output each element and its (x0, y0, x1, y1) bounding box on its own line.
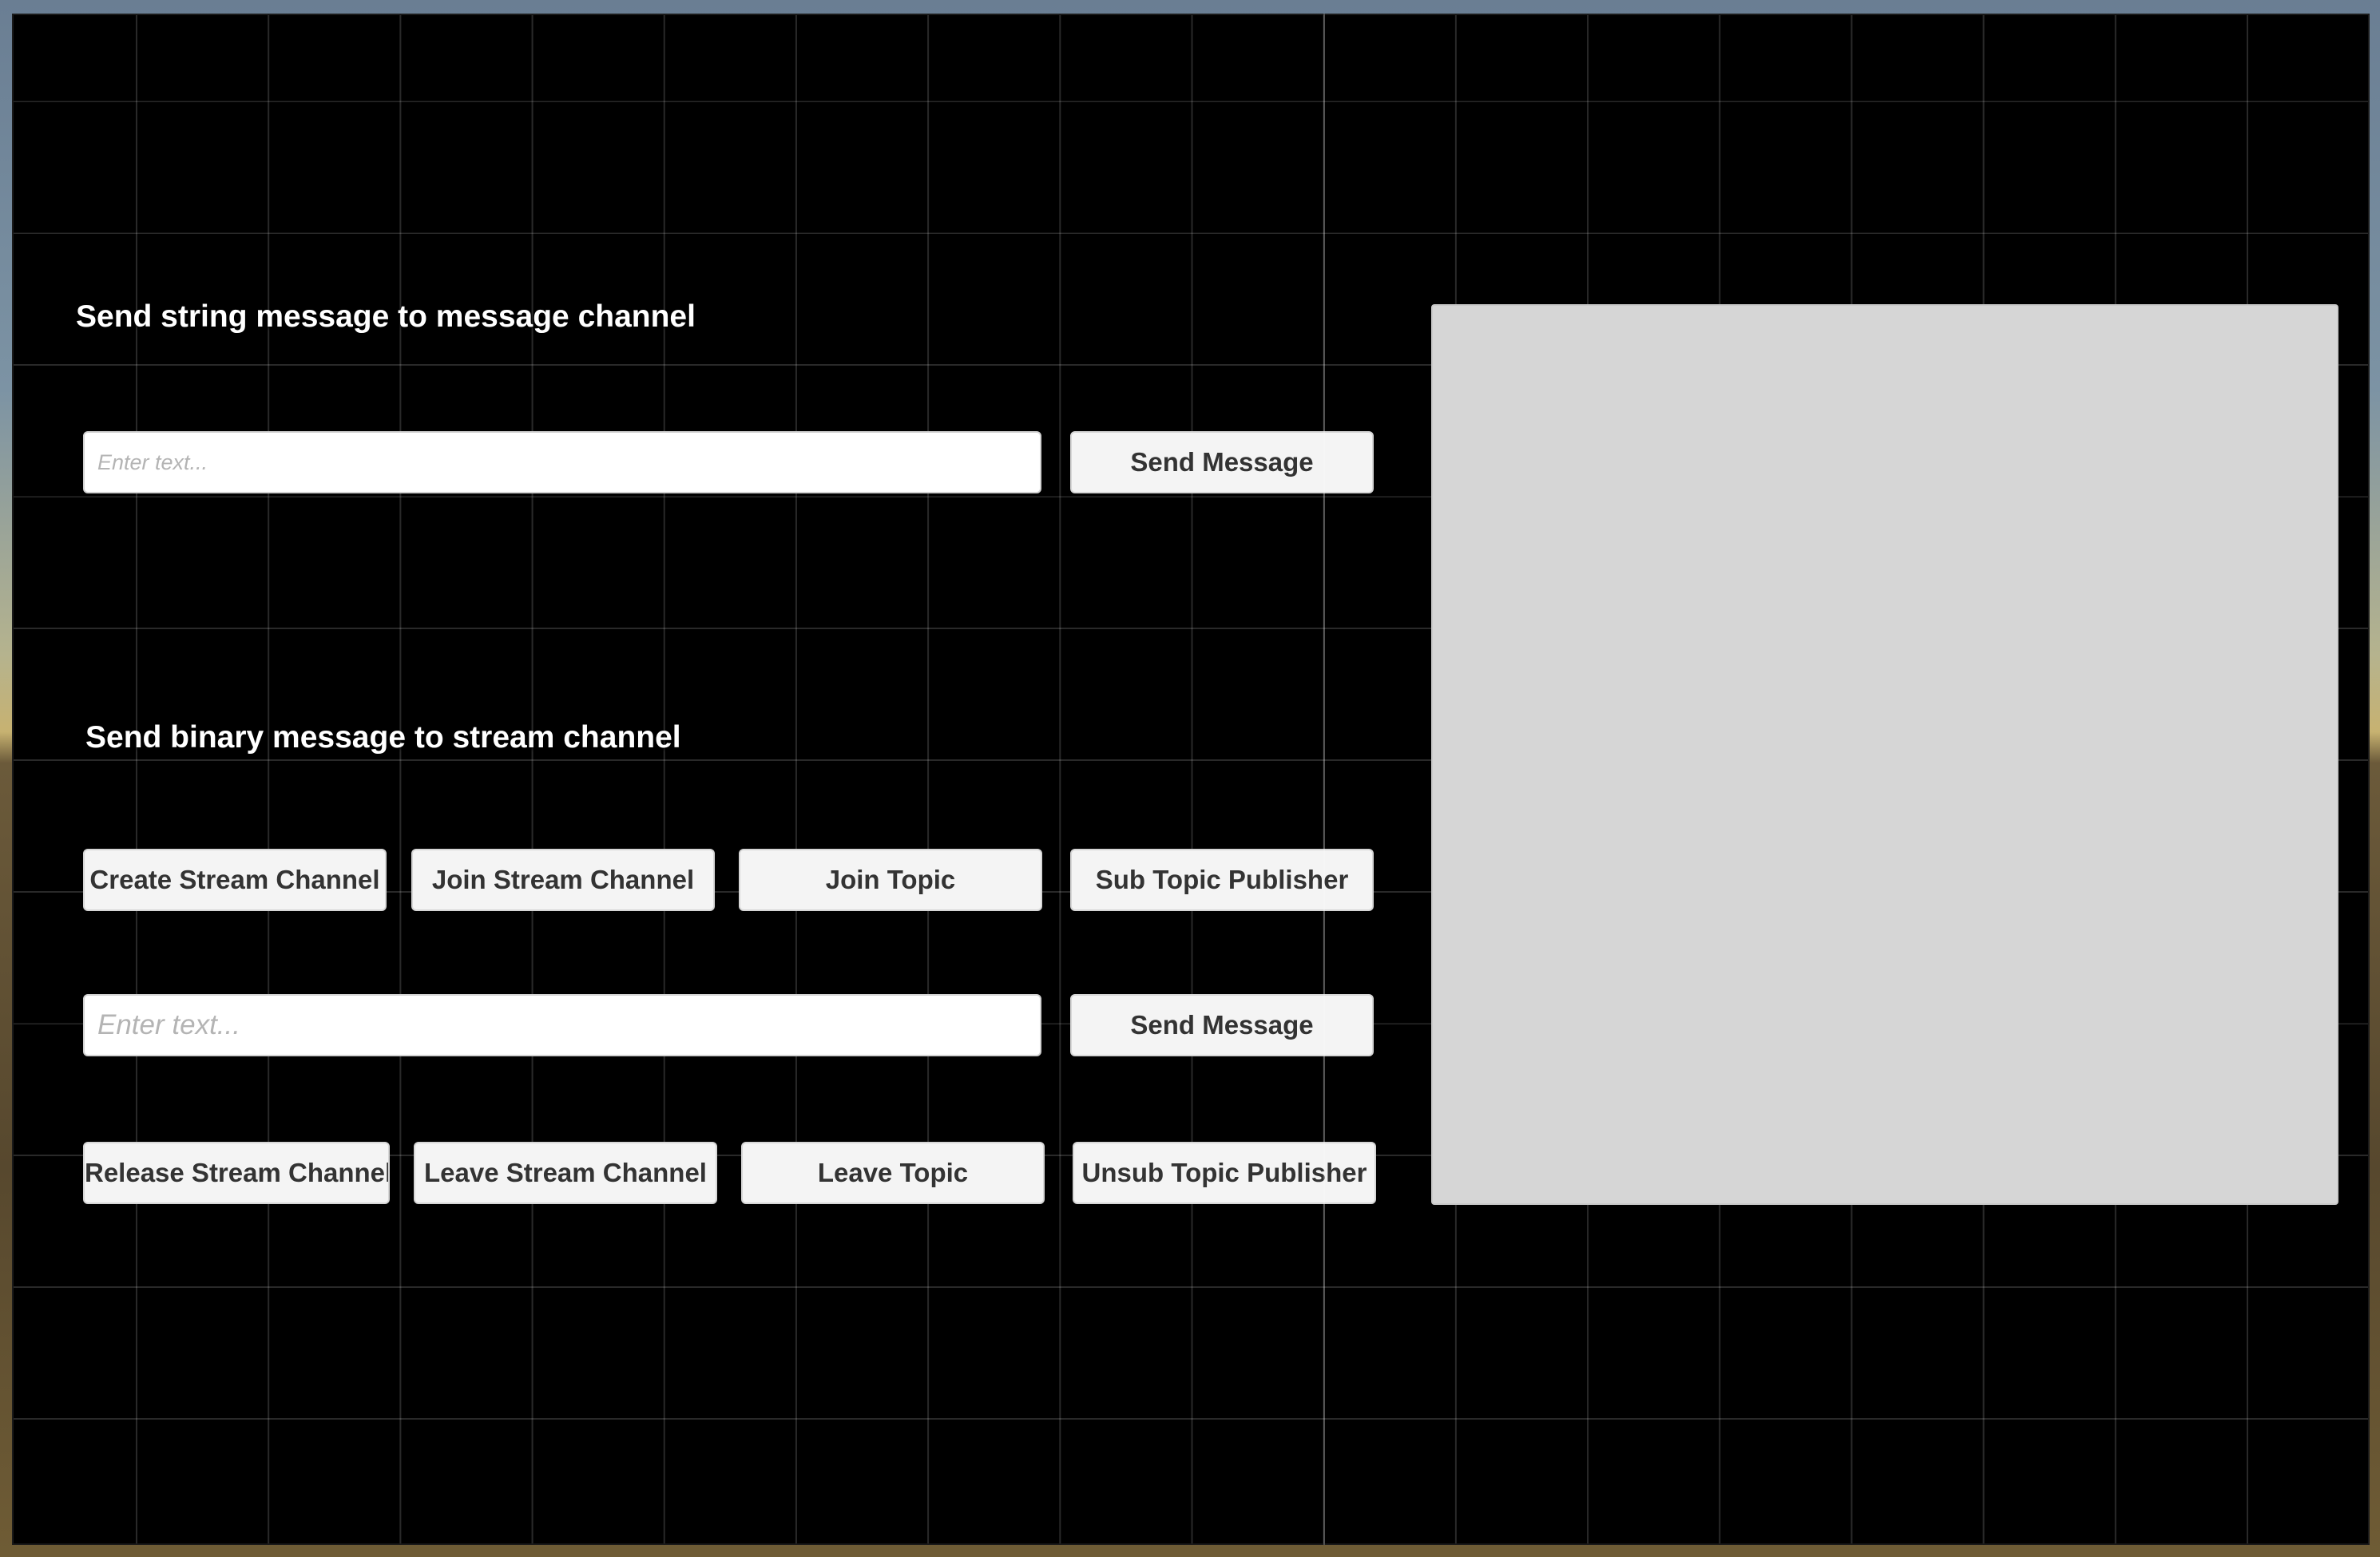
release-stream-channel-button[interactable]: Release Stream Channel (83, 1142, 390, 1204)
stream-message-input[interactable] (83, 994, 1041, 1056)
message-display-panel (1431, 304, 2338, 1205)
send-string-message-button[interactable]: Send Message (1070, 431, 1374, 493)
sub-topic-publisher-button[interactable]: Sub Topic Publisher (1070, 849, 1374, 911)
stream-message-title: Send binary message to stream channel (85, 720, 681, 755)
unsub-topic-publisher-button[interactable]: Unsub Topic Publisher (1073, 1142, 1376, 1204)
string-message-input[interactable] (83, 431, 1041, 493)
leave-topic-button[interactable]: Leave Topic (741, 1142, 1045, 1204)
create-stream-channel-button[interactable]: Create Stream Channel (83, 849, 387, 911)
send-stream-message-button[interactable]: Send Message (1070, 994, 1374, 1056)
app-canvas: Send string message to message channel S… (12, 14, 2370, 1545)
join-stream-channel-button[interactable]: Join Stream Channel (411, 849, 715, 911)
join-topic-button[interactable]: Join Topic (739, 849, 1042, 911)
leave-stream-channel-button[interactable]: Leave Stream Channel (414, 1142, 717, 1204)
string-message-title: Send string message to message channel (76, 299, 696, 334)
